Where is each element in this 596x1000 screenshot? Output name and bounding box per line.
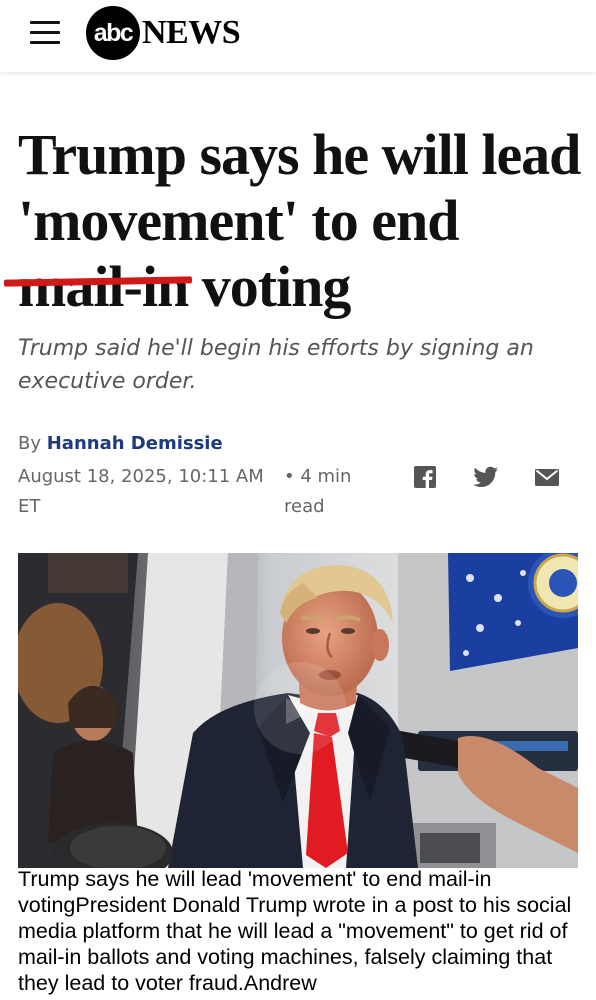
facebook-icon[interactable] (412, 464, 438, 490)
article-headline: Trump says he will lead 'movement' to en… (3, 122, 588, 320)
abc-logo-circle: abc (86, 6, 140, 60)
publish-date: August 18, 2025, 10:11 AM ET (18, 466, 264, 517)
news-wordmark: NEWS (142, 14, 241, 51)
headline-text-end: voting (188, 254, 352, 319)
struck-word: mail-in (3, 254, 193, 320)
headline-text: Trump says he will lead 'movement' to en… (18, 122, 581, 253)
byline: By Hannah Demissie (18, 433, 223, 454)
struck-text: mail-in (18, 254, 189, 319)
byline-prefix: By (18, 433, 47, 454)
author-link[interactable]: Hannah Demissie (47, 433, 223, 454)
article-subheadline: Trump said he'll begin his efforts by si… (18, 336, 534, 394)
read-time: • 4 min read (284, 466, 352, 517)
top-navigation-bar: abc NEWS (0, 0, 596, 72)
email-icon[interactable] (534, 464, 560, 490)
twitter-icon[interactable] (472, 464, 500, 490)
abc-news-logo[interactable]: abc NEWS (86, 6, 241, 60)
hamburger-menu-icon[interactable] (30, 21, 62, 45)
image-caption: Trump says he will lead 'movement' to en… (18, 867, 572, 995)
article-photo[interactable] (18, 553, 578, 868)
